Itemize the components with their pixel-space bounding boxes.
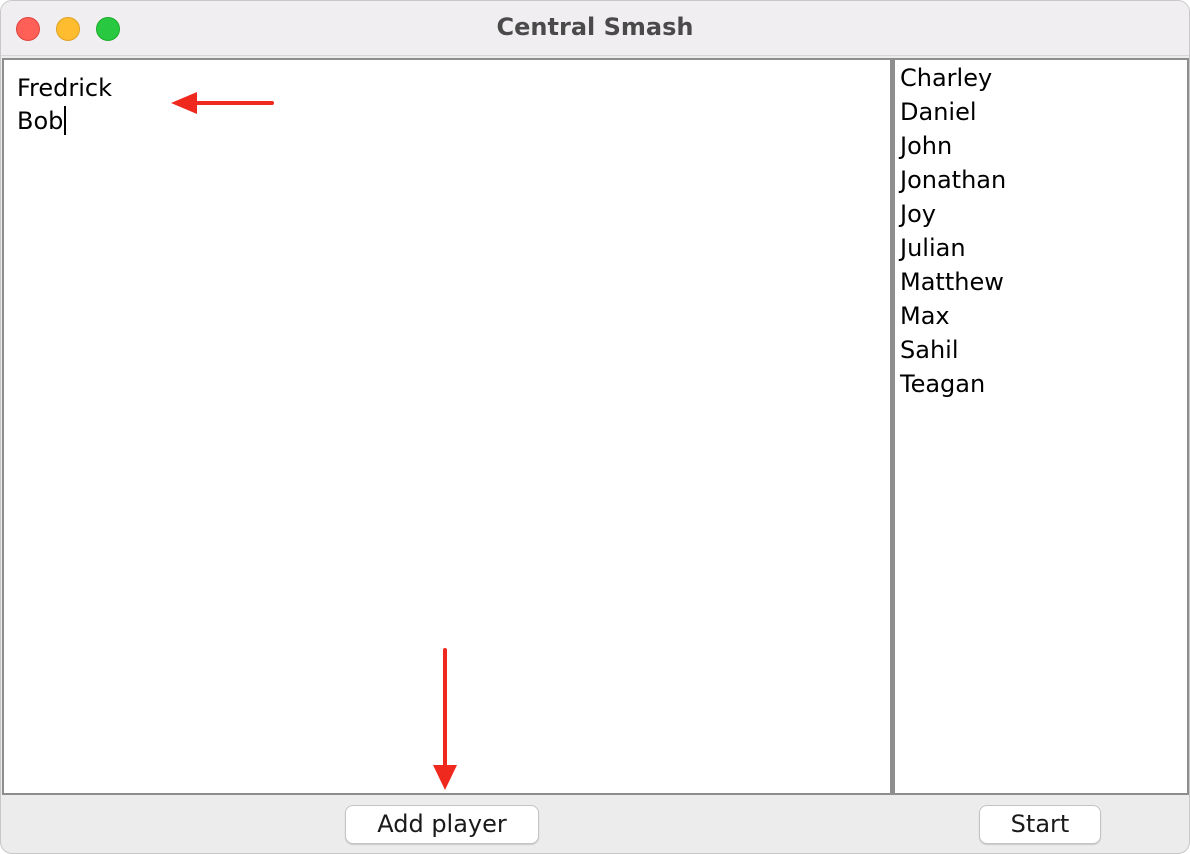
player-name-textarea[interactable]: Fredrick Bob	[2, 58, 892, 795]
list-item[interactable]: Sahil	[900, 336, 959, 364]
title-bar[interactable]: Central Smash	[1, 1, 1189, 56]
list-item[interactable]: Charley	[900, 64, 992, 92]
list-item[interactable]: Jonathan	[900, 166, 1006, 194]
textarea-line-1: Fredrick	[17, 74, 113, 102]
player-list[interactable]: Charley Daniel John Jonathan Joy Julian …	[892, 58, 1189, 795]
list-item[interactable]: Teagan	[900, 370, 985, 398]
start-button[interactable]: Start	[979, 805, 1101, 844]
window-title: Central Smash	[496, 13, 694, 41]
text-caret	[64, 106, 67, 135]
list-item[interactable]: Joy	[900, 200, 936, 228]
list-item[interactable]: John	[900, 132, 952, 160]
textarea-line-2: Bob	[17, 107, 64, 135]
list-item[interactable]: Julian	[900, 234, 966, 262]
add-player-button[interactable]: Add player	[345, 805, 539, 844]
textarea-content[interactable]: Fredrick Bob	[17, 72, 112, 138]
list-item[interactable]: Matthew	[900, 268, 1004, 296]
app-window: Central Smash Fredrick Bob Charley Danie…	[0, 0, 1190, 854]
list-item[interactable]: Max	[900, 302, 950, 330]
list-item[interactable]: Daniel	[900, 98, 977, 126]
